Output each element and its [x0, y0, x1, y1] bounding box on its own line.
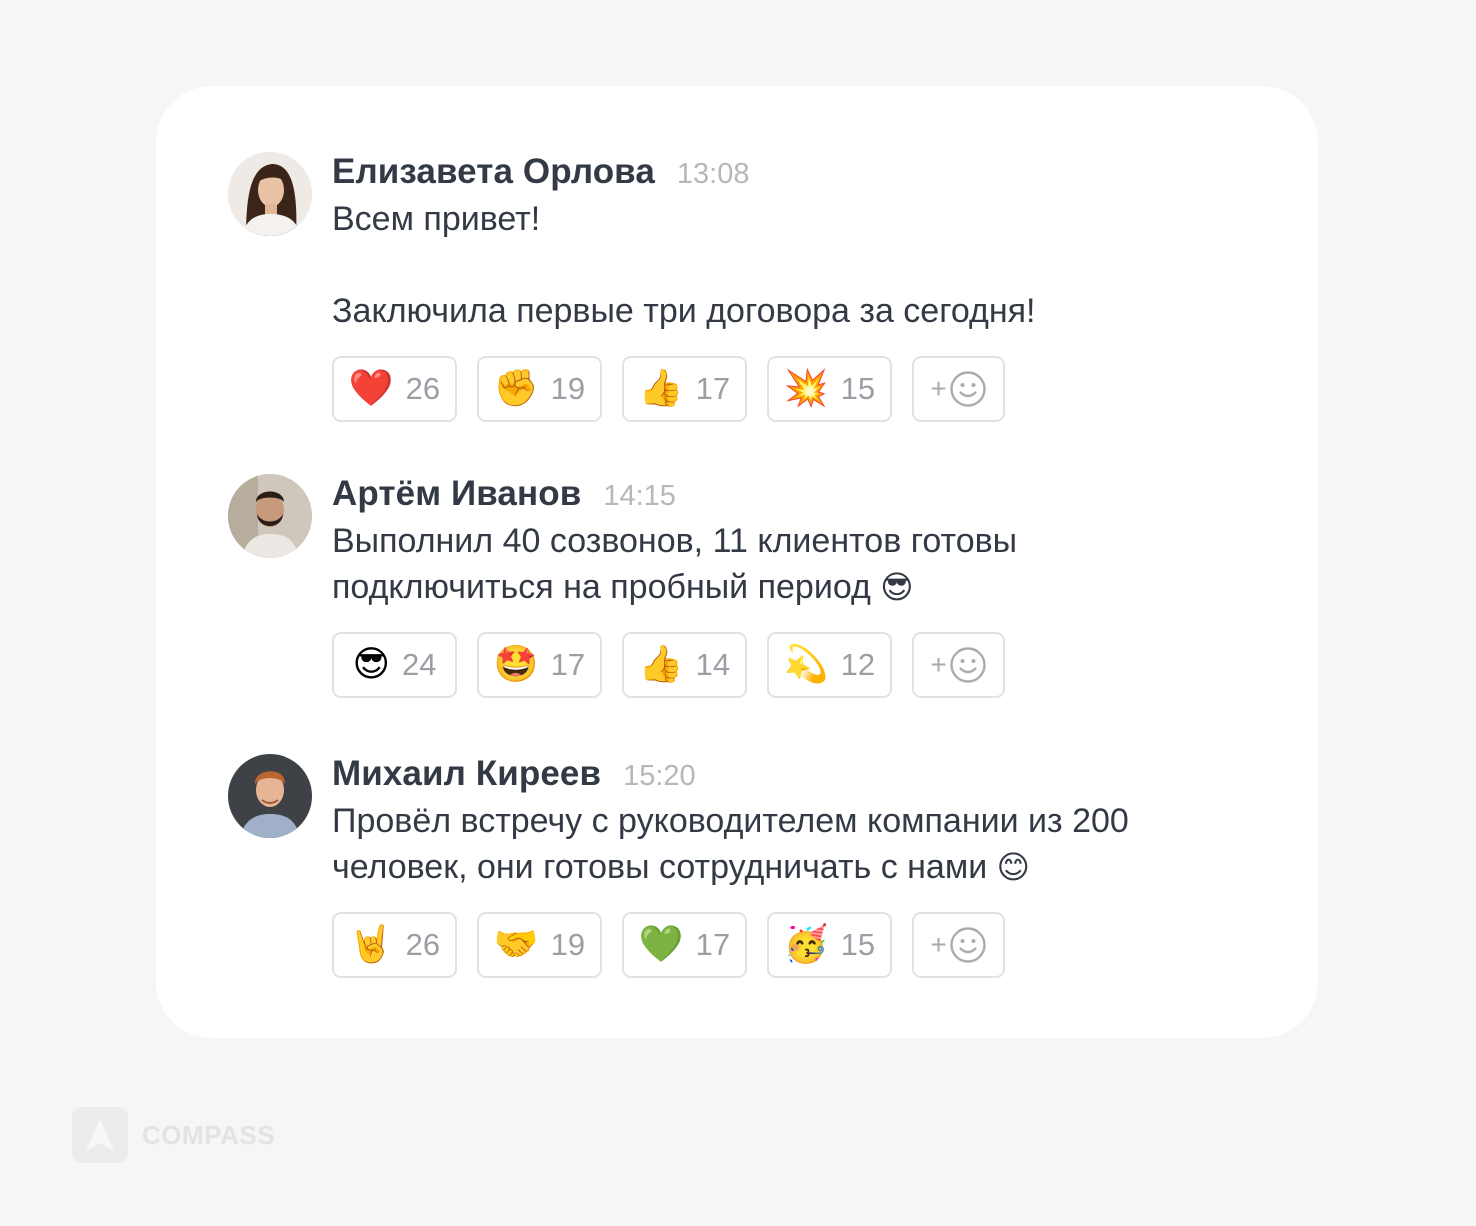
- chat-card: Елизавета Орлова 13:08 Всем привет! Закл…: [156, 86, 1318, 1038]
- reaction-count: 12: [840, 647, 876, 682]
- star-struck-icon: 🤩: [493, 644, 539, 685]
- reaction-button[interactable]: 🤩 17: [477, 632, 602, 698]
- reaction-count: 26: [405, 927, 441, 962]
- reaction-button[interactable]: 💫 12: [767, 632, 892, 698]
- message-header: Михаил Киреев 15:20: [332, 754, 1272, 794]
- reaction-count: 24: [402, 647, 437, 682]
- add-reaction-button[interactable]: +: [912, 912, 1005, 978]
- reaction-count: 19: [550, 371, 586, 406]
- green-heart-icon: 💚: [638, 924, 684, 965]
- brand-watermark: COMPASS: [72, 1107, 275, 1163]
- message-content: Михаил Киреев 15:20 Провёл встречу с рук…: [332, 754, 1272, 978]
- dizzy-icon: 💫: [783, 644, 829, 685]
- reaction-button[interactable]: ✊ 19: [477, 356, 602, 422]
- reaction-count: 15: [840, 927, 876, 962]
- message-paragraph-text: Выполнил 40 созвонов, 11 клиентов готовы…: [332, 522, 1018, 606]
- compass-logo-icon: [72, 1107, 128, 1163]
- partying-face-icon: 🥳: [783, 924, 829, 965]
- smiley-outline-icon: [949, 370, 987, 408]
- reaction-count: 17: [550, 647, 586, 682]
- avatar[interactable]: [228, 754, 312, 838]
- add-reaction-button[interactable]: +: [912, 632, 1005, 698]
- brand-name: COMPASS: [142, 1119, 276, 1150]
- red-heart-icon: ❤️: [348, 368, 394, 409]
- message-paragraph: Выполнил 40 созвонов, 11 клиентов готовы…: [332, 518, 1132, 610]
- message-time: 15:20: [623, 760, 696, 792]
- smiling-face-icon: 😊: [996, 849, 1031, 885]
- raised-fist-icon: ✊: [493, 368, 539, 409]
- author-name[interactable]: Елизавета Орлова: [332, 152, 655, 192]
- message-paragraph: Всем привет!: [332, 200, 541, 238]
- avatar[interactable]: [228, 152, 312, 236]
- reaction-button[interactable]: 💥 15: [767, 356, 892, 422]
- reaction-count: 15: [840, 371, 876, 406]
- reaction-count: 19: [550, 927, 586, 962]
- plus-icon: +: [930, 649, 947, 680]
- reactions-bar: ❤️ 26 ✊ 19 👍 17 💥 15 +: [332, 356, 1272, 422]
- avatar-man-beard-icon: [228, 474, 312, 558]
- reaction-button[interactable]: 🥳 15: [767, 912, 892, 978]
- message-header: Елизавета Орлова 13:08: [332, 152, 1272, 192]
- avatar-man-ginger-icon: [228, 754, 312, 838]
- sunglasses-face-icon: 😎: [880, 569, 914, 605]
- plus-icon: +: [930, 373, 947, 404]
- sunglasses-face-icon: 😎: [352, 644, 391, 685]
- smiley-outline-icon: [949, 926, 987, 964]
- sign-of-horns-icon: 🤘: [348, 924, 394, 965]
- reactions-bar: 😎 24 🤩 17 👍 14 💫 12 +: [332, 632, 1272, 698]
- reaction-button[interactable]: 💚 17: [622, 912, 747, 978]
- reaction-button[interactable]: 👍 17: [622, 356, 747, 422]
- message-text: Провёл встречу с руководителем компании …: [332, 798, 1252, 890]
- handshake-icon: 🤝: [493, 924, 539, 965]
- reaction-button[interactable]: 🤘 26: [332, 912, 457, 978]
- reaction-count: 17: [695, 927, 731, 962]
- avatar-woman-long-hair-icon: [228, 152, 312, 236]
- message-text: Всем привет! Заключила первые три догово…: [332, 196, 1272, 334]
- message-header: Артём Иванов 14:15: [332, 474, 1272, 514]
- reaction-button[interactable]: 🤝 19: [477, 912, 602, 978]
- message-text: Выполнил 40 созвонов, 11 клиентов готовы…: [332, 518, 1132, 610]
- message-paragraph: Провёл встречу с руководителем компании …: [332, 798, 1252, 890]
- smiley-outline-icon: [949, 646, 987, 684]
- collision-icon: 💥: [783, 368, 829, 409]
- reactions-bar: 🤘 26 🤝 19 💚 17 🥳 15 +: [332, 912, 1272, 978]
- avatar[interactable]: [228, 474, 312, 558]
- reaction-button[interactable]: 😎 24: [332, 632, 457, 698]
- author-name[interactable]: Артём Иванов: [332, 474, 581, 514]
- reaction-button[interactable]: 👍 14: [622, 632, 747, 698]
- plus-icon: +: [930, 929, 947, 960]
- message-paragraph: Заключила первые три договора за сегодня…: [332, 292, 1036, 330]
- message-content: Елизавета Орлова 13:08 Всем привет! Закл…: [332, 152, 1272, 422]
- add-reaction-button[interactable]: +: [912, 356, 1005, 422]
- message-time: 14:15: [603, 480, 676, 512]
- message-content: Артём Иванов 14:15 Выполнил 40 созвонов,…: [332, 474, 1272, 698]
- reaction-button[interactable]: ❤️ 26: [332, 356, 457, 422]
- thumbs-up-icon: 👍: [638, 368, 684, 409]
- reaction-count: 14: [695, 647, 731, 682]
- reaction-count: 26: [405, 371, 441, 406]
- thumbs-up-icon: 👍: [638, 644, 684, 685]
- author-name[interactable]: Михаил Киреев: [332, 754, 601, 794]
- reaction-count: 17: [695, 371, 731, 406]
- message-time: 13:08: [676, 158, 750, 190]
